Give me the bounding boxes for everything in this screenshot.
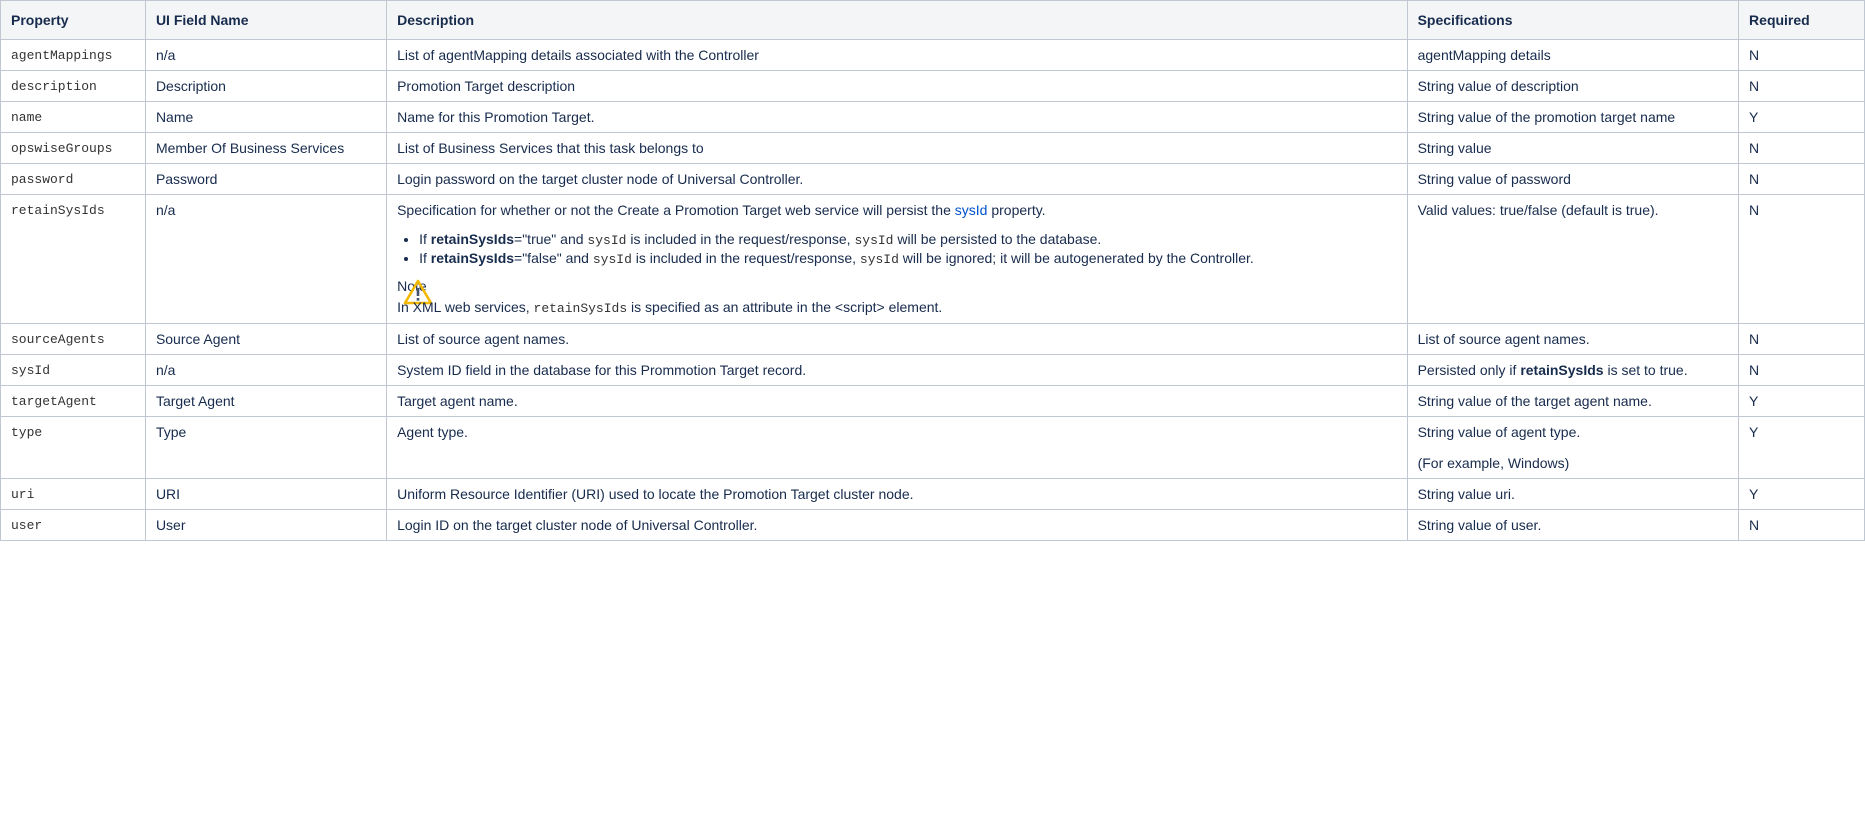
property-cell: name: [0, 101, 146, 133]
specifications-cell: String value of description: [1406, 70, 1740, 102]
specifications-cell: List of source agent names.: [1406, 323, 1740, 355]
specifications-cell: String value: [1406, 132, 1740, 164]
required-cell: N: [1738, 509, 1865, 541]
property-cell: user: [0, 509, 146, 541]
description-cell: Login password on the target cluster nod…: [386, 163, 1408, 195]
specifications-cell: String value of user.: [1406, 509, 1740, 541]
description-cell: System ID field in the database for this…: [386, 354, 1408, 386]
description-cell: Login ID on the target cluster node of U…: [386, 509, 1408, 541]
table-row: sysId n/a System ID field in the databas…: [0, 354, 1865, 386]
ui-field-cell: Member Of Business Services: [144, 132, 388, 164]
ui-field-cell: n/a: [144, 354, 388, 386]
header-required: Required: [1738, 0, 1865, 40]
required-cell: N: [1738, 163, 1865, 195]
property-cell: password: [0, 163, 146, 195]
ui-field-cell: Description: [144, 70, 388, 102]
description-cell: Agent type.: [386, 416, 1408, 479]
required-cell: N: [1738, 194, 1865, 324]
sysid-link[interactable]: sysId: [955, 202, 988, 218]
table-row: user User Login ID on the target cluster…: [0, 509, 1865, 541]
header-specifications: Specifications: [1406, 0, 1740, 40]
property-cell: agentMappings: [0, 39, 146, 71]
specifications-cell: String value of agent type. (For example…: [1406, 416, 1740, 479]
table-header-row: Property UI Field Name Description Speci…: [0, 0, 1865, 40]
description-cell: Promotion Target description: [386, 70, 1408, 102]
property-cell: type: [0, 416, 146, 479]
description-intro: Specification for whether or not the Cre…: [397, 202, 1046, 218]
specifications-cell: Valid values: true/false (default is tru…: [1406, 194, 1740, 324]
ui-field-cell: URI: [144, 478, 388, 510]
table-row: agentMappings n/a List of agentMapping d…: [0, 39, 1865, 71]
ui-field-cell: User: [144, 509, 388, 541]
property-cell: opswiseGroups: [0, 132, 146, 164]
list-item: If retainSysIds="true" and sysId is incl…: [419, 231, 1397, 249]
ui-field-cell: Type: [144, 416, 388, 479]
required-cell: N: [1738, 132, 1865, 164]
spec-example: (For example, Windows): [1417, 455, 1570, 471]
table-row: uri URI Uniform Resource Identifier (URI…: [0, 478, 1865, 510]
table-row: name Name Name for this Promotion Target…: [0, 101, 1865, 133]
ui-field-cell: Source Agent: [144, 323, 388, 355]
list-item: If retainSysIds="false" and sysId is inc…: [419, 250, 1397, 268]
spec-line: String value of agent type.: [1417, 424, 1581, 440]
description-cell: List of agentMapping details associated …: [386, 39, 1408, 71]
property-cell: targetAgent: [0, 385, 146, 417]
ui-field-cell: n/a: [144, 39, 388, 71]
header-property: Property: [0, 0, 146, 40]
description-cell: Specification for whether or not the Cre…: [386, 194, 1408, 324]
properties-table: Property UI Field Name Description Speci…: [0, 0, 1865, 541]
specifications-cell: agentMapping details: [1406, 39, 1740, 71]
note-body: In XML web services, retainSysIds is spe…: [397, 279, 1397, 317]
header-ui-field-name: UI Field Name: [144, 0, 388, 40]
specifications-cell: String value uri.: [1406, 478, 1740, 510]
ui-field-cell: Target Agent: [144, 385, 388, 417]
description-cell: Name for this Promotion Target.: [386, 101, 1408, 133]
specifications-cell: String value of the promotion target nam…: [1406, 101, 1740, 133]
description-cell: List of Business Services that this task…: [386, 132, 1408, 164]
table-row: type Type Agent type. String value of ag…: [0, 416, 1865, 479]
description-cell: Uniform Resource Identifier (URI) used t…: [386, 478, 1408, 510]
specifications-cell: String value of password: [1406, 163, 1740, 195]
property-cell: retainSysIds: [0, 194, 146, 324]
specifications-cell: String value of the target agent name.: [1406, 385, 1740, 417]
property-cell: uri: [0, 478, 146, 510]
required-cell: Y: [1738, 101, 1865, 133]
table-row: description Description Promotion Target…: [0, 70, 1865, 102]
table-row: sourceAgents Source Agent List of source…: [0, 323, 1865, 355]
note-title: Note: [397, 278, 427, 294]
property-cell: sourceAgents: [0, 323, 146, 355]
required-cell: Y: [1738, 416, 1865, 479]
description-cell: Target agent name.: [386, 385, 1408, 417]
required-cell: N: [1738, 323, 1865, 355]
required-cell: N: [1738, 39, 1865, 71]
table-row: opswiseGroups Member Of Business Service…: [0, 132, 1865, 164]
property-cell: description: [0, 70, 146, 102]
table-row: targetAgent Target Agent Target agent na…: [0, 385, 1865, 417]
required-cell: Y: [1738, 478, 1865, 510]
specifications-cell: Persisted only if retainSysIds is set to…: [1406, 354, 1740, 386]
required-cell: N: [1738, 70, 1865, 102]
required-cell: Y: [1738, 385, 1865, 417]
ui-field-cell: Password: [144, 163, 388, 195]
ui-field-cell: n/a: [144, 194, 388, 324]
ui-field-cell: Name: [144, 101, 388, 133]
table-row: password Password Login password on the …: [0, 163, 1865, 195]
required-cell: N: [1738, 354, 1865, 386]
property-cell: sysId: [0, 354, 146, 386]
table-row: retainSysIds n/a Specification for wheth…: [0, 194, 1865, 324]
header-description: Description: [386, 0, 1408, 40]
description-cell: List of source agent names.: [386, 323, 1408, 355]
bullet-list: If retainSysIds="true" and sysId is incl…: [397, 231, 1397, 268]
